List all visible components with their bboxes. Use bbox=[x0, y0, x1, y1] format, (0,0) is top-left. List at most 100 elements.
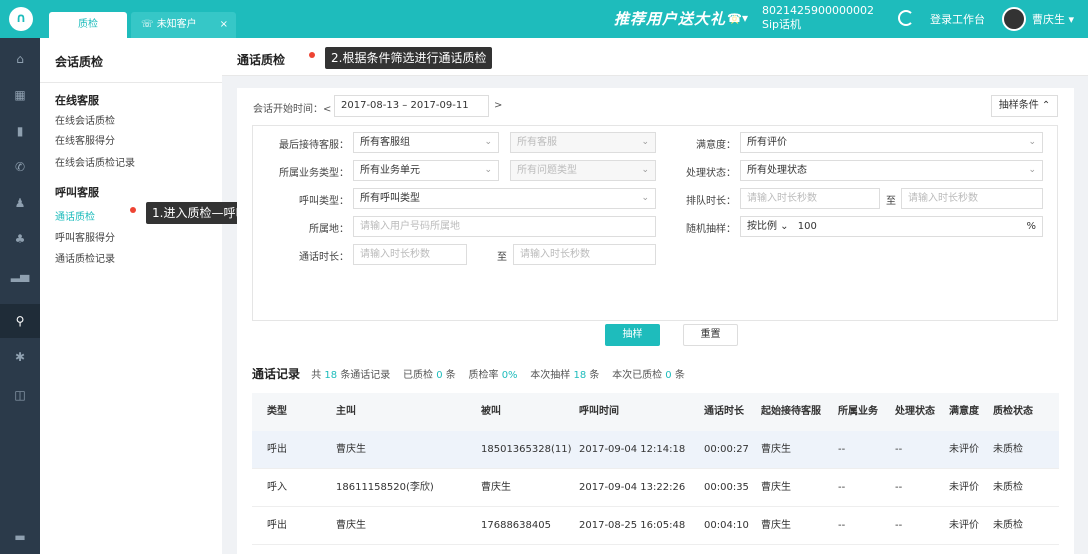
reset-button[interactable]: 重置 bbox=[683, 324, 738, 346]
date-range-picker[interactable]: 2017-08-13 – 2017-09-11 bbox=[334, 95, 489, 117]
business-unit-select[interactable]: 所有业务单元 ⌄ bbox=[353, 160, 499, 181]
search-icon[interactable]: ⚲ bbox=[0, 304, 40, 338]
agent-group-select[interactable]: 所有客服组 ⌄ bbox=[353, 132, 499, 153]
random-sampling-input[interactable]: 按比例 ⌄ 100 % bbox=[740, 216, 1043, 237]
tab-unknown-customer[interactable]: ☏ 未知客户 × bbox=[131, 12, 236, 38]
table-cell: 曹庆生 bbox=[336, 520, 366, 531]
book-icon[interactable]: ▮ bbox=[0, 114, 40, 148]
range-to: 至 bbox=[886, 196, 896, 207]
gear-icon[interactable]: ✱ bbox=[0, 340, 40, 374]
table-cell: 呼入 bbox=[267, 482, 287, 493]
login-workbench-link[interactable]: 登录工作台 bbox=[930, 11, 985, 27]
sidebar-group-call: 呼叫客服 bbox=[55, 186, 99, 199]
table-cell: -- bbox=[838, 444, 846, 455]
date-next-button[interactable]: > bbox=[494, 100, 502, 111]
apps-icon[interactable]: ▦ bbox=[0, 78, 40, 112]
user-menu[interactable]: 曹庆生 ▾ bbox=[1032, 11, 1074, 27]
status-label: 处理状态： bbox=[686, 168, 736, 179]
sample-button[interactable]: 抽样 bbox=[605, 324, 660, 346]
sampled-count: 18 bbox=[573, 370, 587, 381]
sidebar-item-call-score[interactable]: 呼叫客服得分 bbox=[55, 229, 115, 244]
issue-type-select[interactable]: 所有问题类型 ⌄ bbox=[510, 160, 656, 181]
table-cell: 呼出 bbox=[267, 520, 287, 531]
satisfaction-select[interactable]: 所有评价 ⌄ bbox=[740, 132, 1043, 153]
refresh-icon[interactable] bbox=[898, 10, 914, 26]
sidebar-item-call-check[interactable]: 通话质检 bbox=[55, 208, 95, 223]
sip-label: Sip话机 bbox=[762, 18, 802, 31]
table-row[interactable]: 呼出 曹庆生 17688638405 2017-08-25 16:05:48 00:04… bbox=[252, 507, 1059, 545]
duration-label: 通话时长： bbox=[299, 252, 349, 263]
sampling-mode-select[interactable]: 按比例 ⌄ bbox=[747, 221, 789, 232]
icon-nav: ⌂ ▦ ▮ ✆ ♟ ♣ ▂▄ ⚲ ✱ ◫ ▬ bbox=[0, 38, 40, 554]
chart-icon[interactable]: ▂▄ bbox=[0, 258, 40, 292]
sidebar-item-online-records[interactable]: 在线会话质检记录 bbox=[55, 154, 135, 169]
status-select[interactable]: 所有处理状态 ⌄ bbox=[740, 160, 1043, 181]
monitor-icon[interactable]: ◫ bbox=[0, 378, 40, 412]
table-cell: 未评价 bbox=[949, 520, 979, 531]
sampling-ratio[interactable]: 100 bbox=[798, 221, 817, 232]
sidebar-item-call-records[interactable]: 通话质检记录 bbox=[55, 250, 115, 265]
agent-select[interactable]: 所有客服 ⌄ bbox=[510, 132, 656, 153]
table-cell: 未质检 bbox=[993, 520, 1023, 531]
table-cell: -- bbox=[895, 482, 903, 493]
phone-icon[interactable]: ☎▾ bbox=[727, 11, 748, 25]
area-input[interactable]: 请输入用户号码所属地 bbox=[353, 216, 656, 237]
total-count: 18 bbox=[324, 370, 338, 381]
table-cell: 曹庆生 bbox=[481, 482, 511, 493]
biz-type-label: 所属业务类型： bbox=[279, 168, 349, 179]
check-rate: 0% bbox=[501, 370, 518, 381]
table-row[interactable]: 呼出 曹庆生 18501365328(11) 2017-09-04 12:14:18 0… bbox=[252, 431, 1059, 469]
satisfaction-label: 满意度： bbox=[696, 140, 736, 151]
page-title: 通话质检 bbox=[237, 53, 286, 67]
table-cell: 00:04:10 bbox=[704, 520, 749, 531]
close-icon[interactable]: × bbox=[220, 12, 228, 38]
queue-min-input[interactable]: 请输入时长秒数 bbox=[740, 188, 880, 209]
tab-label: 未知客户 bbox=[156, 19, 197, 30]
column-header: 类型 bbox=[267, 406, 287, 417]
callout-dot bbox=[130, 207, 136, 213]
this-checked-count: 0 bbox=[665, 370, 672, 381]
table-cell: 曹庆生 bbox=[761, 482, 791, 493]
queue-max-input[interactable]: 请输入时长秒数 bbox=[901, 188, 1043, 209]
table-cell: 2017-09-04 12:14:18 bbox=[579, 444, 686, 455]
table-cell: -- bbox=[838, 520, 846, 531]
chat-icon[interactable]: ▬ bbox=[0, 520, 40, 554]
phone-icon[interactable]: ✆ bbox=[0, 150, 40, 184]
column-header: 起始接待客服 bbox=[761, 406, 821, 417]
column-header: 所属业务 bbox=[838, 406, 878, 417]
percent-sign: % bbox=[1026, 221, 1036, 232]
sampling-conditions-toggle[interactable]: 抽样条件 ⌃ bbox=[991, 95, 1058, 117]
records-summary: 通话记录 共 18 条通话记录 已质检 0 条 质检率 0% 本次抽样 18 条… bbox=[252, 367, 685, 381]
table-cell: 00:00:35 bbox=[704, 482, 749, 493]
period-label[interactable]: 会话开始时间：< bbox=[253, 100, 331, 115]
table-cell: 2017-09-04 13:22:26 bbox=[579, 482, 686, 493]
table-header-row: 类型 主叫 被叫 呼叫时间 通话时长 起始接待客服 所属业务 处理状态 满意度 质检状态 bbox=[252, 393, 1059, 431]
sidebar-group-online: 在线客服 bbox=[55, 94, 99, 107]
table-row[interactable]: 呼入 18611158520(李欣) 曹庆生 2017-09-04 13:22:26 0… bbox=[252, 469, 1059, 507]
home-icon[interactable]: ⌂ bbox=[0, 42, 40, 76]
checked-count: 0 bbox=[436, 370, 443, 381]
table-cell: 2017-08-25 16:05:48 bbox=[579, 520, 686, 531]
user-icon[interactable]: ♟ bbox=[0, 186, 40, 220]
column-header: 处理状态 bbox=[895, 406, 935, 417]
sidebar-item-online-score[interactable]: 在线客服得分 bbox=[55, 132, 115, 147]
avatar[interactable] bbox=[1002, 7, 1026, 31]
duration-min-input[interactable]: 请输入时长秒数 bbox=[353, 244, 467, 265]
callout-step2: 2.根据条件筛选进行通话质检 bbox=[325, 47, 493, 69]
column-header: 呼叫时间 bbox=[579, 406, 619, 417]
promo-banner[interactable]: 推荐用户送大礼 ★ bbox=[614, 6, 742, 32]
sidebar-item-online-check[interactable]: 在线会话质检 bbox=[55, 112, 115, 127]
area-label: 所属地： bbox=[309, 224, 349, 235]
call-type-select[interactable]: 所有呼叫类型 ⌄ bbox=[353, 188, 656, 209]
sidebar-title: 会话质检 bbox=[55, 55, 104, 69]
call-type-label: 呼叫类型： bbox=[299, 196, 349, 207]
table-cell: -- bbox=[838, 482, 846, 493]
tab-quality-check[interactable]: 质检 bbox=[49, 12, 127, 38]
callout-dot bbox=[309, 52, 315, 58]
team-icon[interactable]: ♣ bbox=[0, 222, 40, 256]
duration-max-input[interactable]: 请输入时长秒数 bbox=[513, 244, 656, 265]
column-header: 主叫 bbox=[336, 406, 356, 417]
table-cell: 00:00:27 bbox=[704, 444, 749, 455]
table-cell: -- bbox=[895, 520, 903, 531]
column-header: 质检状态 bbox=[993, 406, 1033, 417]
